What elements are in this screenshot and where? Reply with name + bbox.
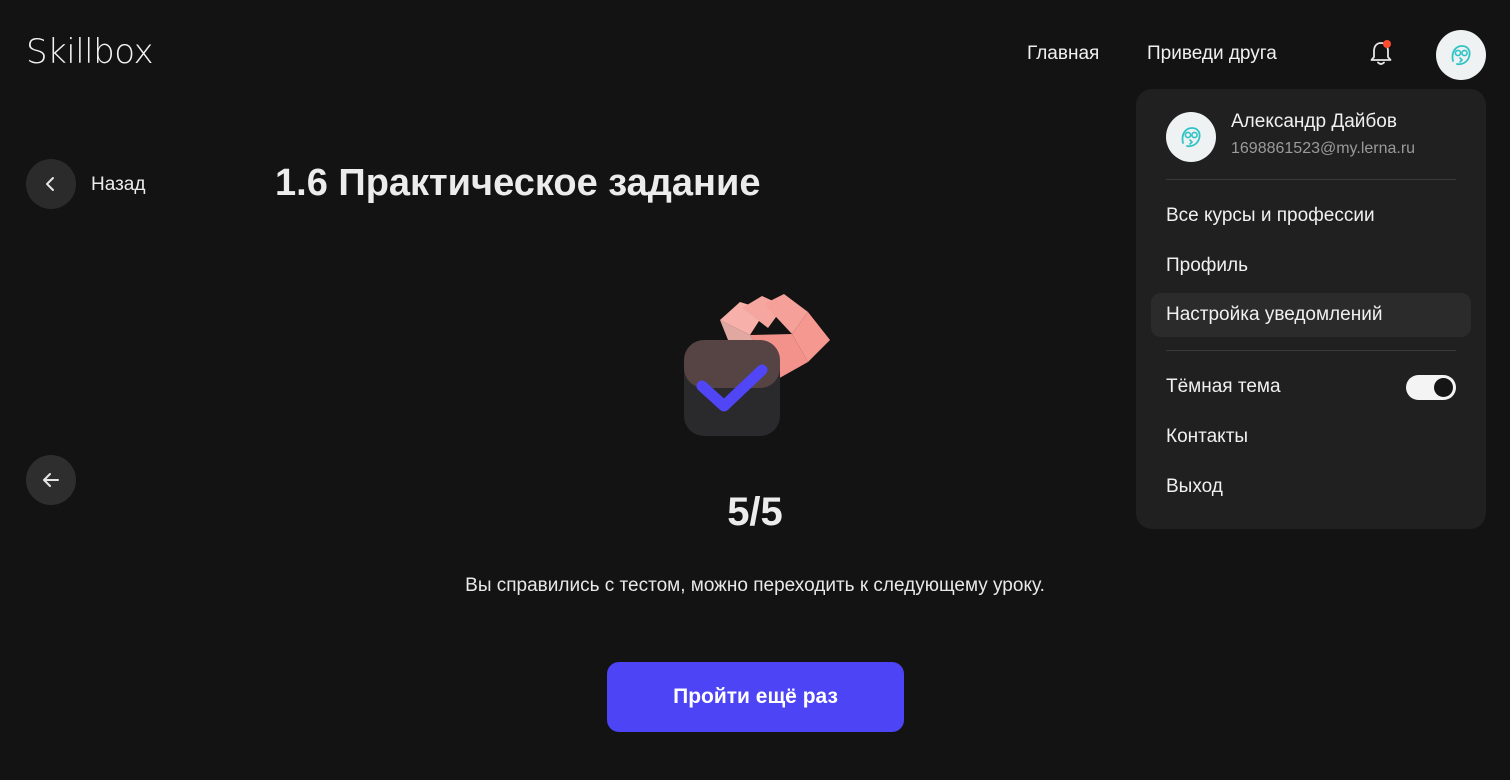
owl-avatar-icon xyxy=(1181,127,1201,148)
success-illustration xyxy=(680,290,840,440)
menu-divider xyxy=(1166,179,1456,180)
menu-user-email: 1698861523@my.lerna.ru xyxy=(1231,140,1416,157)
menu-user-avatar xyxy=(1166,112,1216,162)
page-title: 1.6 Практическое задание xyxy=(275,162,761,204)
user-avatar-button[interactable] xyxy=(1436,30,1486,80)
nav-invite-friend-link[interactable]: Приведи друга xyxy=(1147,43,1277,65)
menu-user-name: Александр Дайбов xyxy=(1231,111,1397,132)
lesson-page: Skillbox Главная Приведи друга Назад 1.6… xyxy=(0,0,1510,780)
nav-home-link[interactable]: Главная xyxy=(1027,43,1099,65)
menu-item-all-courses[interactable]: Все курсы и профессии xyxy=(1151,194,1471,238)
back-label[interactable]: Назад xyxy=(91,174,145,196)
user-menu-dropdown: Александр Дайбов 1698861523@my.lerna.ru … xyxy=(1136,89,1486,529)
back-button[interactable] xyxy=(26,159,76,209)
previous-lesson-button[interactable] xyxy=(26,455,76,505)
menu-item-notification-settings[interactable]: Настройка уведомлений xyxy=(1151,293,1471,337)
test-score: 5/5 xyxy=(727,490,783,534)
notification-dot xyxy=(1383,40,1391,48)
arrow-left-icon xyxy=(43,473,59,487)
chevron-left-icon xyxy=(46,177,54,191)
menu-item-logout[interactable]: Выход xyxy=(1151,465,1471,509)
menu-divider xyxy=(1166,350,1456,351)
owl-avatar-icon xyxy=(1451,45,1471,66)
skillbox-logo[interactable]: Skillbox xyxy=(26,32,154,72)
toggle-knob xyxy=(1434,378,1453,397)
menu-item-contacts[interactable]: Контакты xyxy=(1151,415,1471,459)
result-message: Вы справились с тестом, можно переходить… xyxy=(465,575,1045,596)
dark-theme-toggle[interactable] xyxy=(1406,375,1456,400)
notifications-bell-icon[interactable] xyxy=(1366,38,1396,68)
menu-item-profile[interactable]: Профиль xyxy=(1151,244,1471,288)
retry-test-button[interactable]: Пройти ещё раз xyxy=(607,662,904,732)
